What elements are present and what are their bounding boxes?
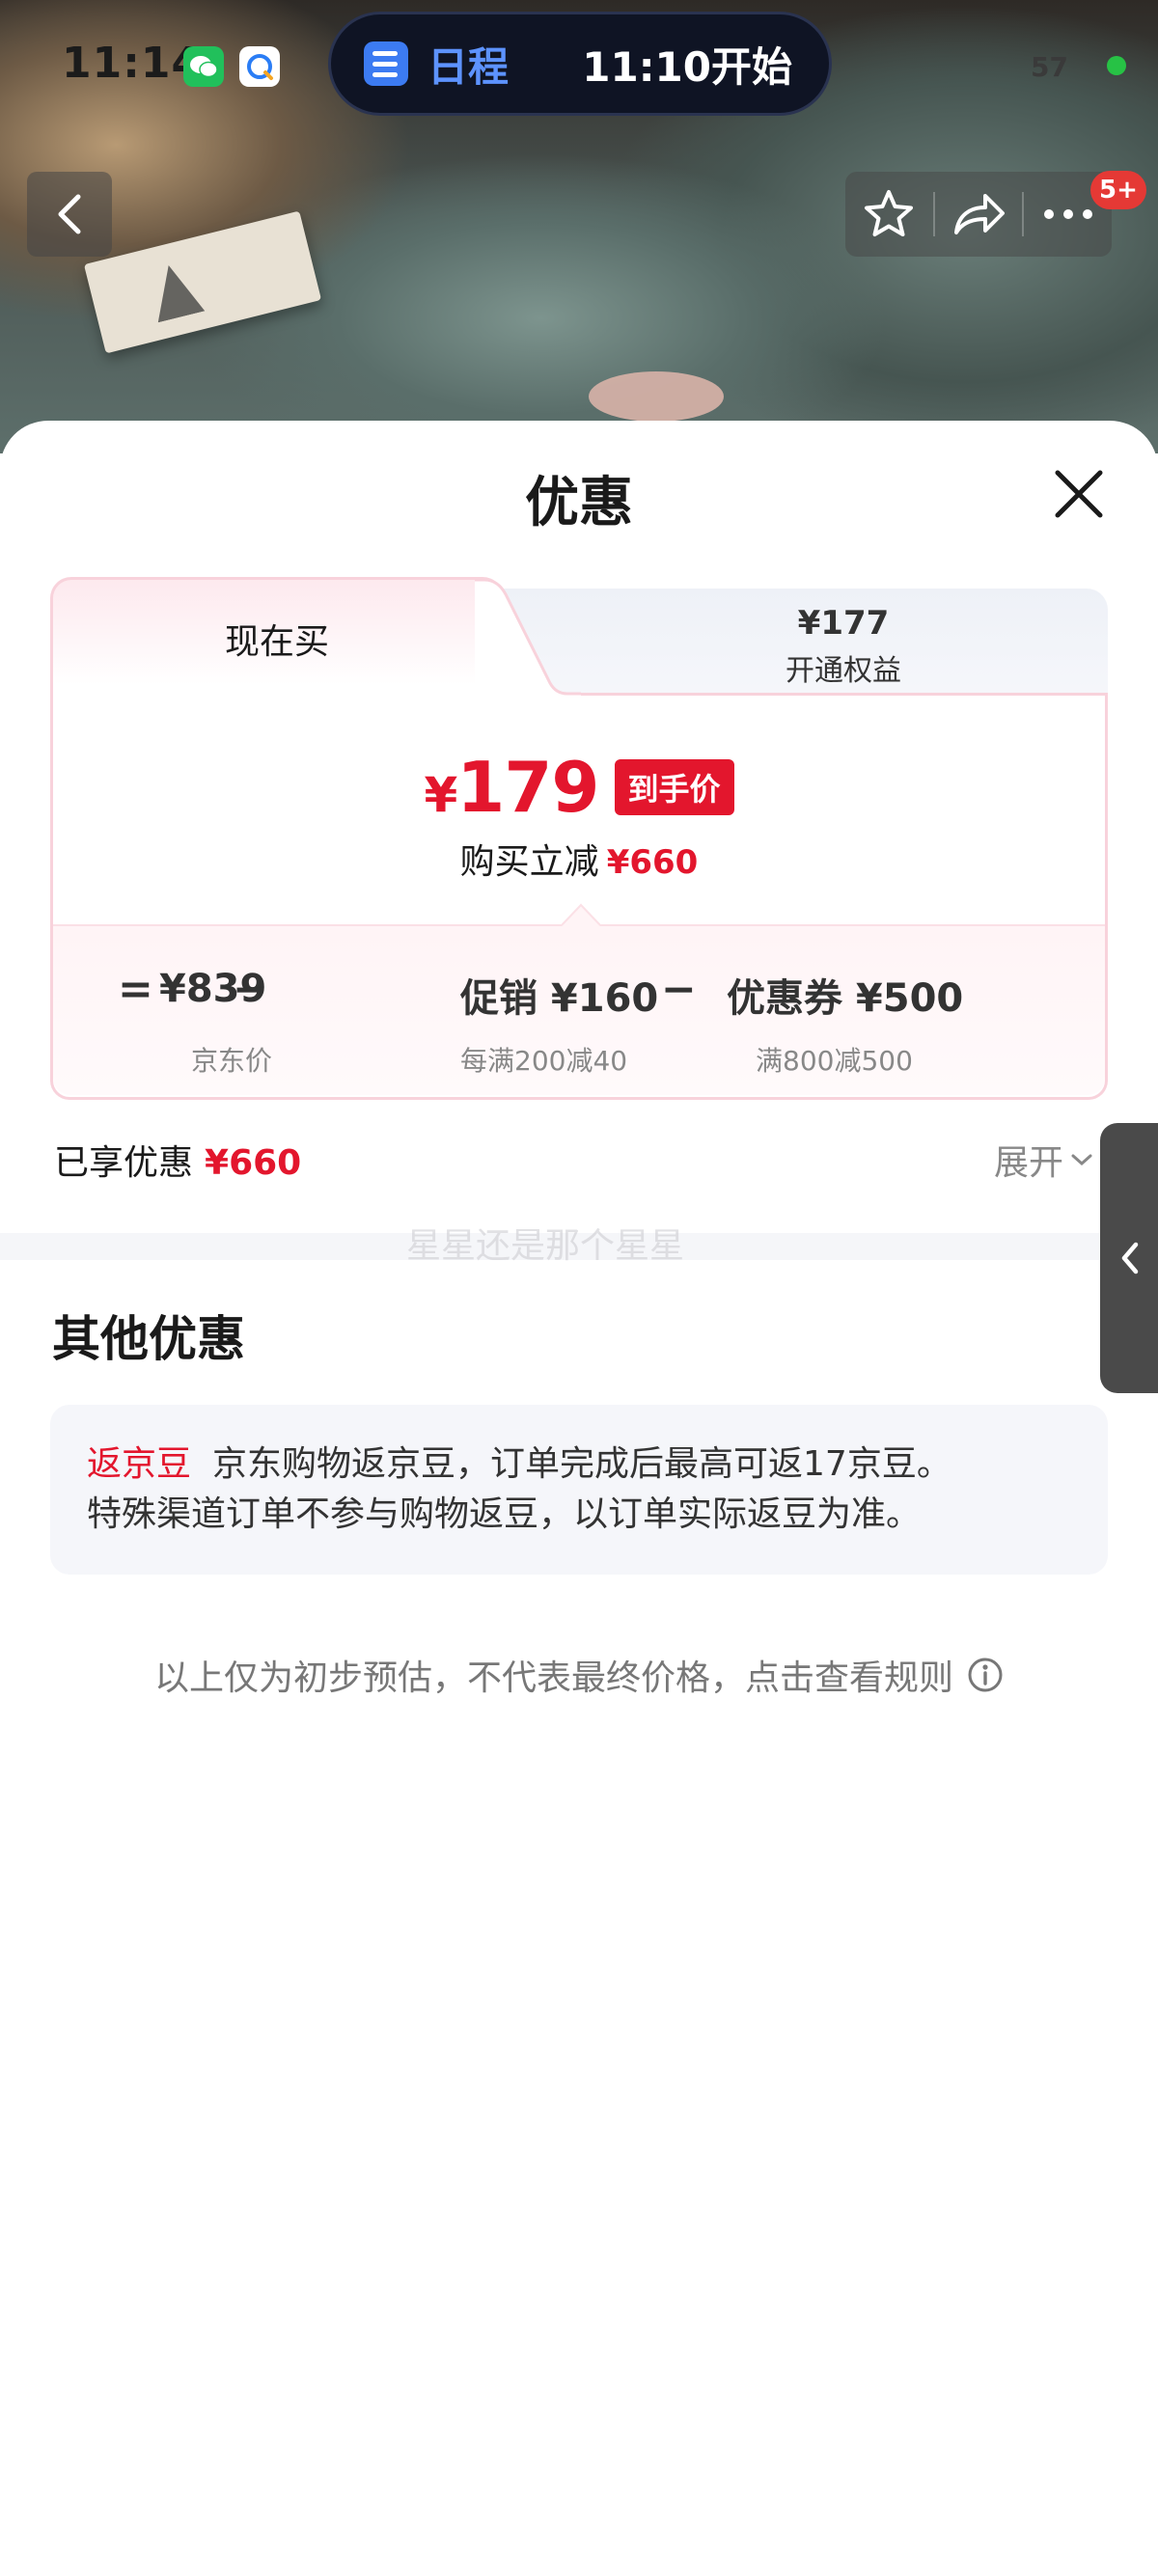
list-price-label: 京东价 <box>190 1045 272 1077</box>
promo-discount: 促销 ¥160 <box>460 976 659 1021</box>
close-button[interactable] <box>1050 465 1108 523</box>
side-drawer-handle[interactable] <box>1100 1123 1158 1393</box>
info-icon <box>968 1658 1003 1692</box>
final-price-row: ¥179 到手价 <box>50 747 1108 828</box>
battery-level: 57 <box>1031 51 1068 83</box>
tab-member[interactable]: ¥177 开通权益 <box>579 589 1108 704</box>
price-card: ¥177 开通权益 现在买 ¥179 到手价 购买立减 ¥660 = ¥839 京… <box>50 577 1108 1100</box>
qq-browser-icon <box>239 46 280 87</box>
footnote-text: 以上仅为初步预估，不代表最终价格，点击查看规则 <box>153 1658 953 1698</box>
final-price-tag: 到手价 <box>614 759 734 815</box>
more-dots-icon <box>1043 209 1092 219</box>
photo-action-group <box>845 172 1112 257</box>
tab-buy-now[interactable]: 现在买 <box>50 577 504 697</box>
instant-discount-row: 购买立减 ¥660 <box>50 834 1108 884</box>
final-price: ¥179 <box>424 747 599 828</box>
expand-button[interactable]: 展开 <box>994 1135 1094 1185</box>
enjoyed-discount: 已享优惠 ¥660 <box>54 1135 301 1185</box>
share-icon <box>954 194 1005 234</box>
chevron-left-icon <box>1121 1242 1139 1274</box>
jd-bean-tag: 返京豆 <box>87 1444 192 1484</box>
schedule-pill[interactable]: 日程 11:10开始 <box>328 12 832 116</box>
currency-symbol: ¥ <box>424 767 457 823</box>
tab-slant-decor <box>475 578 581 697</box>
final-price-value: 179 <box>456 747 599 828</box>
other-offers-title: 其他优惠 <box>52 1311 245 1367</box>
share-button[interactable] <box>935 172 1023 257</box>
sheet-title: 优惠 <box>525 472 633 534</box>
enjoyed-value: ¥660 <box>205 1143 302 1183</box>
coupon-discount: 优惠券 ¥500 <box>727 976 964 1021</box>
expand-label: 展开 <box>994 1143 1064 1183</box>
instant-discount-value: ¥660 <box>606 843 699 882</box>
status-time: 11:14 <box>62 39 203 88</box>
star-icon <box>865 190 914 236</box>
enjoyed-label: 已享优惠 <box>54 1143 194 1183</box>
price-breakdown: = ¥839 京东价 − 促销 ¥160 每满200减40 − 优惠券 ¥500… <box>53 924 1105 1095</box>
breakdown-notch <box>562 903 600 926</box>
price-rules-link[interactable]: 以上仅为初步预估，不代表最终价格，点击查看规则 <box>0 1650 1158 1700</box>
equals-sign: = <box>118 965 153 1014</box>
card-border-line <box>519 693 1108 696</box>
pill-label: 日程 <box>427 42 510 91</box>
privacy-indicator-dot <box>1107 56 1126 75</box>
photo-plate-decor <box>589 371 724 422</box>
chevron-down-icon <box>1071 1154 1092 1166</box>
member-price: ¥177 <box>797 604 890 643</box>
promo-rule: 每满200减40 <box>460 1045 628 1077</box>
favorite-button[interactable] <box>845 172 933 257</box>
message-badge: 5+ <box>1090 171 1146 209</box>
chevron-left-icon <box>58 194 81 234</box>
instant-discount-label: 购买立减 <box>459 842 599 882</box>
jd-bean-card: 返京豆 京东购物返京豆，订单完成后最高可返17京豆。 特殊渠道订单不参与购物返豆，… <box>50 1405 1108 1575</box>
wechat-icon <box>183 46 224 87</box>
calendar-list-icon <box>364 41 408 86</box>
back-button[interactable] <box>27 172 112 257</box>
tab-buy-now-label: 现在买 <box>224 621 329 662</box>
jd-bean-desc-2: 特殊渠道订单不参与购物返豆，以订单实际返豆为准。 <box>87 1494 922 1534</box>
minus-sign: − <box>661 965 697 1014</box>
minus-sign: − <box>233 965 268 1014</box>
coupon-rule: 满800减500 <box>756 1045 913 1077</box>
pill-time: 11:10开始 <box>582 42 792 91</box>
watermark-text: 星星还是那个星星 <box>405 1226 684 1266</box>
jd-bean-desc-1: 京东购物返京豆，订单完成后最高可返17京豆。 <box>212 1444 951 1484</box>
close-icon <box>1055 470 1103 518</box>
member-label: 开通权益 <box>786 654 901 688</box>
